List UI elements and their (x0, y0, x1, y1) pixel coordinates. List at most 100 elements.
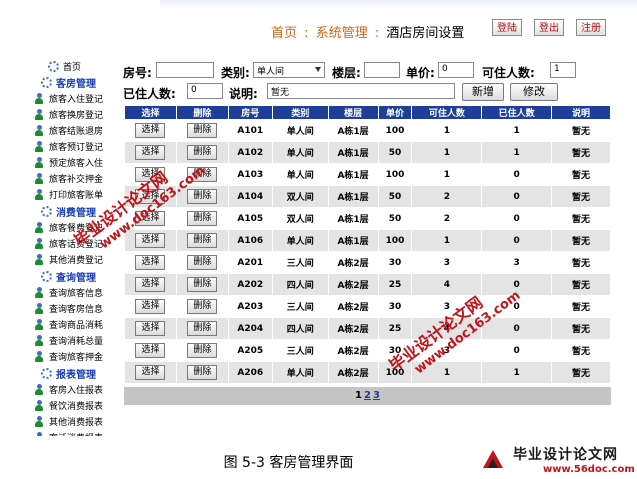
cell-room: A206 (227, 361, 273, 384)
delete-cell: 删除 (175, 339, 229, 362)
select-cell: 选择 (124, 141, 177, 164)
occupied-input[interactable]: 0 (187, 83, 223, 99)
cell-price: 30 (377, 339, 413, 362)
cell-occ: 0 (481, 273, 553, 296)
select-button[interactable]: 选择 (135, 123, 166, 138)
delete-button[interactable]: 删除 (187, 277, 218, 292)
delete-cell: 删除 (175, 185, 229, 208)
logout-button[interactable]: 登出 (534, 19, 564, 36)
select-button[interactable]: 选择 (135, 255, 166, 270)
delete-button[interactable]: 删除 (187, 365, 218, 380)
page-link-2[interactable]: 2 (364, 390, 371, 401)
delete-button[interactable]: 删除 (187, 299, 218, 314)
sidebar-item[interactable]: 查询商品消耗 (34, 317, 103, 332)
delete-button[interactable]: 删除 (187, 167, 218, 182)
cell-occ: 0 (481, 317, 553, 340)
crumb-current: 酒店房间设置 (386, 26, 465, 41)
login-button[interactable]: 登陆 (492, 19, 522, 36)
cell-room: A204 (227, 317, 273, 340)
cell-occ: 3 (481, 251, 553, 274)
select-button[interactable]: 选择 (135, 321, 166, 336)
page-link-3[interactable]: 3 (373, 390, 380, 401)
select-button[interactable]: 选择 (135, 167, 166, 182)
sidebar-item[interactable]: 旅客补交押金 (34, 171, 103, 186)
cell-room: A104 (227, 185, 273, 208)
sidebar-item[interactable]: 旅客餐费登记 (34, 220, 103, 235)
select-cell: 选择 (124, 273, 177, 296)
sidebar-item[interactable]: 其他消费报表 (34, 414, 103, 429)
register-button[interactable]: 注册 (576, 19, 606, 36)
delete-button[interactable]: 删除 (187, 321, 218, 336)
sidebar-item[interactable]: 旅客换房登记 (34, 107, 103, 122)
sidebar-item[interactable]: 客房入住报表 (34, 382, 103, 397)
user-icon (34, 125, 45, 136)
select-button[interactable]: 选择 (135, 189, 166, 204)
delete-button[interactable]: 删除 (187, 123, 218, 138)
sidebar-item[interactable]: 打印旅客账单 (34, 187, 103, 202)
cell-note: 暂无 (551, 361, 611, 384)
price-input[interactable]: 0 (438, 62, 474, 78)
sidebar-item[interactable]: 旅客结账退房 (34, 123, 103, 138)
sidebar-item-home[interactable]: 首页 (48, 59, 81, 74)
sidebar-item[interactable]: 旅客入住登记 (34, 91, 103, 106)
home-icon (48, 61, 59, 72)
note-input[interactable]: 暂无 (267, 83, 455, 99)
cell-type: 单人间 (271, 163, 329, 186)
select-button[interactable]: 选择 (135, 299, 166, 314)
delete-button[interactable]: 删除 (187, 255, 218, 270)
sidebar-item[interactable]: 查询消耗总量 (34, 333, 103, 348)
sidebar-item[interactable]: 查询旅客信息 (34, 285, 103, 300)
sidebar-item[interactable]: 餐饮消费报表 (34, 398, 103, 413)
add-button[interactable]: 新增 (462, 83, 504, 101)
sidebar-item[interactable]: 旅客话费登记 (34, 236, 103, 251)
edit-button[interactable]: 修改 (510, 83, 558, 101)
select-button[interactable]: 选择 (135, 277, 166, 292)
sidebar-item[interactable]: 查询客房信息 (34, 301, 103, 316)
cell-room: A201 (227, 251, 273, 274)
cell-floor: A栋1层 (327, 141, 379, 164)
delete-button[interactable]: 删除 (187, 145, 218, 160)
sidebar-group-room[interactable]: 客房管理 (41, 75, 96, 90)
select-button[interactable]: 选择 (135, 145, 166, 160)
user-icon (34, 157, 45, 168)
crumb-system-link[interactable]: 系统管理 (316, 26, 368, 41)
room-no-input[interactable] (156, 62, 214, 78)
sidebar-item[interactable]: 旅客预订登记 (34, 139, 103, 154)
table-header-row: 选择 删除 房号 类别 楼层 单价 可住人数 已住人数 说明 (124, 105, 611, 120)
delete-button[interactable]: 删除 (187, 343, 218, 358)
cell-occ: 0 (481, 229, 553, 252)
sidebar-item[interactable]: 其他消费登记 (34, 252, 103, 267)
table-row: 选择 删除 A202 四人间 A栋2层 25 4 0 暂无 (124, 273, 611, 296)
header: 首页 : 系统管理 : 酒店房间设置 登陆 登出 注册 (0, 0, 637, 60)
cell-cap: 1 (411, 361, 483, 384)
cell-cap: 3 (411, 251, 483, 274)
header-banner (160, 0, 637, 8)
cell-occ: 0 (481, 295, 553, 318)
delete-button[interactable]: 删除 (187, 189, 218, 204)
select-button[interactable]: 选择 (135, 365, 166, 380)
sidebar-group-report[interactable]: 报表管理 (41, 366, 96, 381)
type-select[interactable]: 单人间 (253, 62, 325, 78)
sidebar-item[interactable]: 客话消费报表 (34, 430, 103, 436)
sidebar-group-query[interactable]: 查询管理 (41, 269, 96, 284)
cell-note: 暂无 (551, 273, 611, 296)
capacity-input[interactable]: 1 (550, 62, 576, 78)
select-button[interactable]: 选择 (135, 211, 166, 226)
select-button[interactable]: 选择 (135, 343, 166, 358)
sidebar-group-label: 消费管理 (56, 208, 96, 219)
cell-type: 三人间 (271, 251, 329, 274)
sidebar-group-consume[interactable]: 消费管理 (41, 204, 96, 219)
brand-url: www.56doc.com (543, 464, 635, 475)
delete-button[interactable]: 删除 (187, 211, 218, 226)
cell-occ: 1 (481, 119, 553, 142)
floor-input[interactable] (364, 62, 400, 78)
select-button[interactable]: 选择 (135, 233, 166, 248)
cell-floor: A栋2层 (327, 317, 379, 340)
sidebar-item-label: 旅客入住登记 (49, 95, 104, 105)
column-header: 选择 (124, 105, 177, 120)
delete-button[interactable]: 删除 (187, 233, 218, 248)
crumb-home-link[interactable]: 首页 (271, 26, 297, 41)
sidebar-item[interactable]: 查询旅客押金 (34, 349, 103, 364)
delete-cell: 删除 (175, 119, 229, 142)
sidebar-item[interactable]: 预定旅客入住 (34, 155, 103, 170)
